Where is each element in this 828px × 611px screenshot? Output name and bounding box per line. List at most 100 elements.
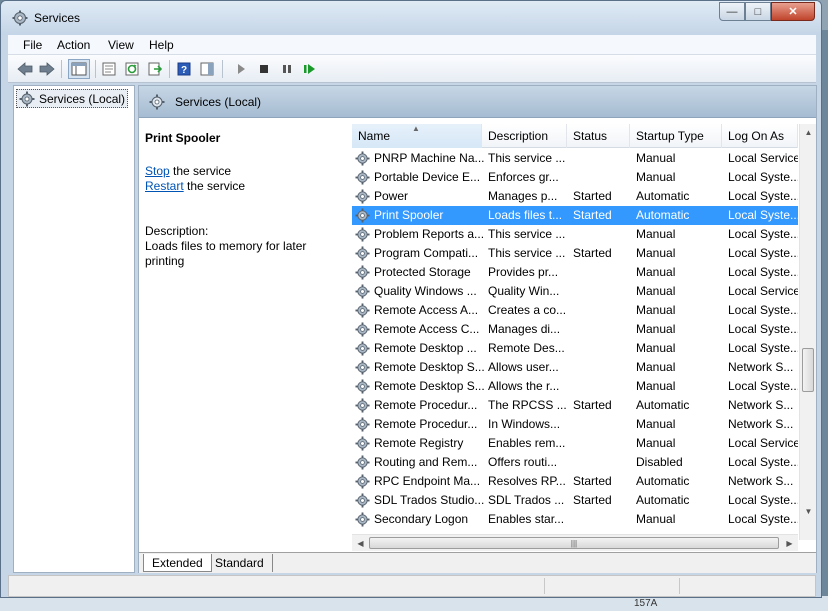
start-service-button[interactable] <box>232 60 250 78</box>
scroll-left-arrow-icon[interactable]: ◀ <box>352 535 369 552</box>
service-row[interactable]: Program Compati... This service ... Starte… <box>352 244 798 263</box>
refresh-button[interactable] <box>123 60 141 78</box>
service-row[interactable]: Quality Windows ... Quality Win... Manual L… <box>352 282 798 301</box>
service-row[interactable]: Secondary Logon Enables star... Manual Loca… <box>352 510 798 529</box>
forward-button[interactable] <box>38 60 56 78</box>
service-row[interactable]: Remote Desktop S... Allows user... Manual N… <box>352 358 798 377</box>
column-header-startup-type[interactable]: Startup Type <box>630 124 722 148</box>
minimize-icon: — <box>726 5 738 18</box>
service-row[interactable]: Routing and Rem... Offers routi... Disable… <box>352 453 798 472</box>
service-row[interactable]: Print Spooler Loads files t... Started Auto… <box>352 206 798 225</box>
cell-description: Provides pr... <box>488 265 559 279</box>
cell-startup: Manual <box>636 341 676 355</box>
window-title: Services <box>34 11 81 25</box>
scroll-right-arrow-icon[interactable]: ▶ <box>781 535 798 552</box>
services-gear-icon <box>149 94 165 110</box>
service-row[interactable]: Portable Device E... Enforces gr... Manual… <box>352 168 798 187</box>
service-gear-icon <box>355 455 370 470</box>
show-hide-tree-icon <box>71 62 87 76</box>
menu-help[interactable]: Help <box>149 38 174 52</box>
service-row[interactable]: Remote Desktop S... Allows the r... Manual… <box>352 377 798 396</box>
service-row[interactable]: Remote Registry Enables rem... Manual Local… <box>352 434 798 453</box>
tree-item-services-local[interactable]: Services (Local) <box>16 89 128 108</box>
show-hide-tree-button[interactable] <box>68 59 90 79</box>
menu-action[interactable]: Action <box>57 38 90 52</box>
horizontal-scroll-thumb[interactable]: ||| <box>369 537 779 549</box>
description-panel: Print Spooler Stop the service Restart t… <box>139 118 351 558</box>
cell-status: Started <box>573 246 612 260</box>
cell-name: Remote Registry <box>374 436 464 450</box>
maximize-button[interactable]: □ <box>745 2 771 21</box>
restart-service-button[interactable] <box>301 60 319 78</box>
cell-description: Loads files t... <box>488 208 563 222</box>
title-bar[interactable]: Services — □ ✕ <box>1 1 821 35</box>
column-header-description[interactable]: Description <box>482 124 567 148</box>
stop-service-link[interactable]: Stop <box>145 164 170 178</box>
close-button[interactable]: ✕ <box>771 2 815 21</box>
cell-name: Remote Procedur... <box>374 398 478 412</box>
restart-suffix: the service <box>183 179 246 193</box>
menu-file[interactable]: File <box>23 38 42 52</box>
maximize-icon: □ <box>754 5 762 18</box>
cell-logon: Local Syste... <box>728 455 798 469</box>
service-row[interactable]: Remote Desktop ... Remote Des... Manual Loc… <box>352 339 798 358</box>
cell-name: SDL Trados Studio... <box>374 493 484 507</box>
horizontal-scrollbar[interactable]: ◀ ||| ▶ <box>352 534 798 551</box>
console-tree: Services (Local) <box>13 85 135 573</box>
service-row[interactable]: PNRP Machine Na... This service ... Manual… <box>352 149 798 168</box>
cell-status: Started <box>573 474 612 488</box>
restart-service-link[interactable]: Restart <box>145 179 184 193</box>
cell-name: Remote Desktop S... <box>374 379 484 393</box>
cell-name: Remote Access A... <box>374 303 479 317</box>
service-row[interactable]: Remote Access C... Manages di... Manual Loc… <box>352 320 798 339</box>
service-gear-icon <box>355 493 370 508</box>
service-gear-icon <box>355 474 370 489</box>
scroll-up-arrow-icon[interactable]: ▲ <box>800 124 817 141</box>
background-text: 157A <box>634 598 658 609</box>
tab-standard[interactable]: Standard <box>207 554 273 572</box>
services-list: ▲ Name Description Status Startup Type L… <box>352 124 798 540</box>
content-pane: Services (Local) Print Spooler Stop the … <box>138 85 817 573</box>
pause-service-icon <box>283 65 291 73</box>
service-gear-icon <box>355 284 370 299</box>
stop-service-button[interactable] <box>255 60 273 78</box>
cell-startup: Automatic <box>636 493 690 507</box>
service-row[interactable]: RPC Endpoint Ma... Resolves RP... Started A… <box>352 472 798 491</box>
vertical-scrollbar[interactable]: ▲ ▼ <box>799 124 816 540</box>
service-row[interactable]: Remote Procedur... The RPCSS ... Started Au… <box>352 396 798 415</box>
column-header-label: Startup Type <box>636 129 704 143</box>
tab-extended[interactable]: Extended <box>143 554 212 572</box>
restart-line: Restart the service <box>145 179 245 193</box>
cell-logon: Local Syste... <box>728 322 798 336</box>
cell-logon: Network S... <box>728 398 794 412</box>
export-list-button[interactable] <box>146 60 164 78</box>
background-taskbar-area <box>0 596 828 611</box>
column-header-name[interactable]: ▲ Name <box>352 124 482 148</box>
vertical-scroll-thumb[interactable] <box>802 348 814 392</box>
service-row[interactable]: Problem Reports a... This service ... Manu… <box>352 225 798 244</box>
service-gear-icon <box>355 151 370 166</box>
service-gear-icon <box>355 417 370 432</box>
pause-service-button[interactable] <box>278 60 296 78</box>
cell-name: Remote Desktop ... <box>374 341 477 355</box>
column-header-status[interactable]: Status <box>567 124 630 148</box>
cell-status: Started <box>573 493 612 507</box>
cell-logon: Network S... <box>728 417 794 431</box>
back-button[interactable] <box>16 60 34 78</box>
service-row[interactable]: Remote Procedur... In Windows... Manual Net… <box>352 415 798 434</box>
minimize-button[interactable]: — <box>719 2 745 21</box>
cell-description: The RPCSS ... <box>488 398 567 412</box>
service-row[interactable]: Protected Storage Provides pr... Manual Loc… <box>352 263 798 282</box>
service-row[interactable]: Power Manages p... Started Automatic Local S… <box>352 187 798 206</box>
column-header-log-on-as[interactable]: Log On As <box>722 124 798 148</box>
properties-button[interactable] <box>100 60 118 78</box>
help-button[interactable]: ? <box>175 60 193 78</box>
scroll-down-arrow-icon[interactable]: ▼ <box>800 503 817 520</box>
menu-view[interactable]: View <box>108 38 134 52</box>
service-gear-icon <box>355 189 370 204</box>
cell-startup: Manual <box>636 360 676 374</box>
service-row[interactable]: SDL Trados Studio... SDL Trados ... Starte… <box>352 491 798 510</box>
properties-icon <box>102 62 116 76</box>
show-action-pane-button[interactable] <box>198 60 216 78</box>
service-row[interactable]: Remote Access A... Creates a co... Manual L… <box>352 301 798 320</box>
